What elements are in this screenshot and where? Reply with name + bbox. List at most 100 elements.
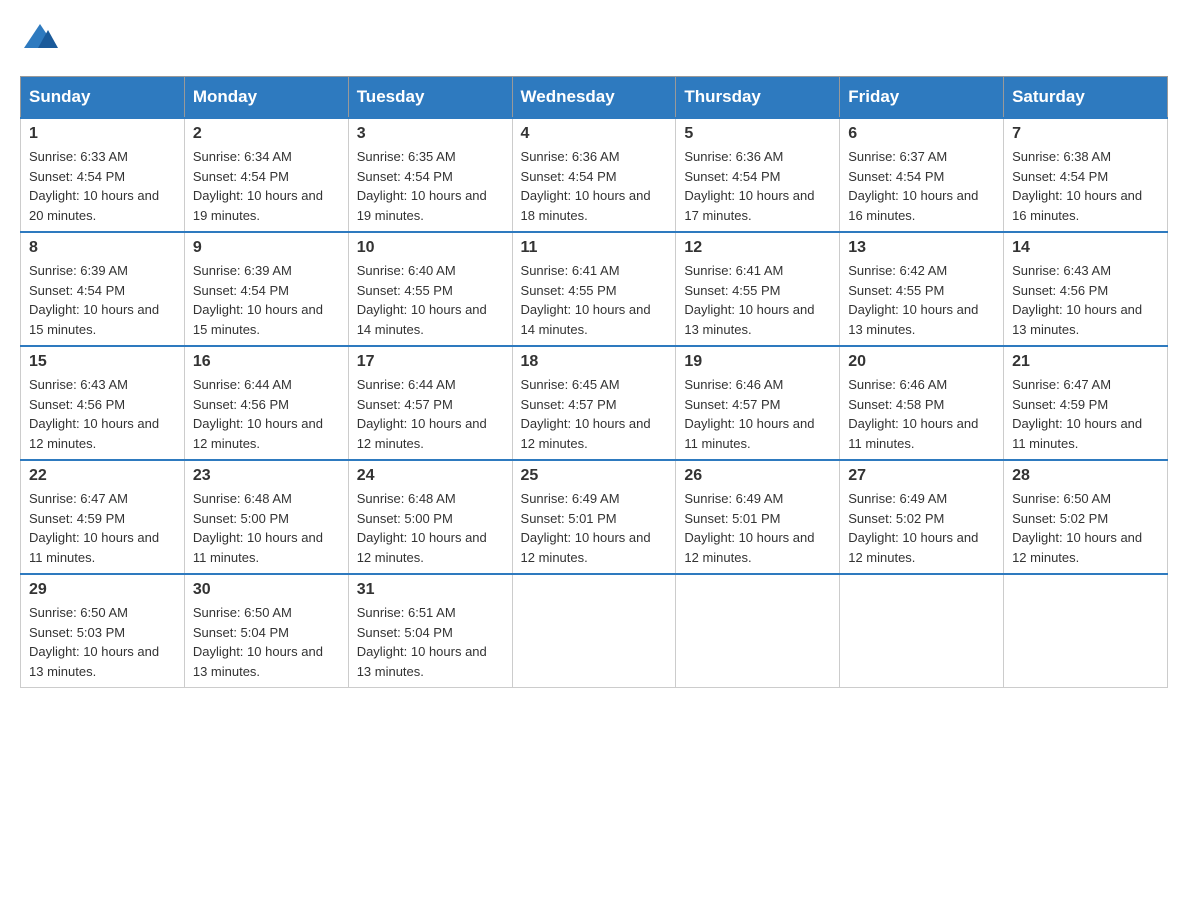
calendar-cell: 22 Sunrise: 6:47 AM Sunset: 4:59 PM Dayl… (21, 460, 185, 574)
day-number: 14 (1012, 239, 1159, 257)
day-info: Sunrise: 6:44 AM Sunset: 4:57 PM Dayligh… (357, 375, 504, 453)
calendar-cell: 9 Sunrise: 6:39 AM Sunset: 4:54 PM Dayli… (184, 232, 348, 346)
header-sunday: Sunday (21, 77, 185, 119)
page-header (20, 20, 1168, 56)
calendar-cell: 12 Sunrise: 6:41 AM Sunset: 4:55 PM Dayl… (676, 232, 840, 346)
day-info: Sunrise: 6:46 AM Sunset: 4:58 PM Dayligh… (848, 375, 995, 453)
day-number: 21 (1012, 353, 1159, 371)
calendar-cell: 10 Sunrise: 6:40 AM Sunset: 4:55 PM Dayl… (348, 232, 512, 346)
day-info: Sunrise: 6:49 AM Sunset: 5:01 PM Dayligh… (684, 489, 831, 567)
day-info: Sunrise: 6:47 AM Sunset: 4:59 PM Dayligh… (1012, 375, 1159, 453)
day-number: 9 (193, 239, 340, 257)
calendar-cell (676, 574, 840, 688)
day-number: 31 (357, 581, 504, 599)
calendar-cell: 2 Sunrise: 6:34 AM Sunset: 4:54 PM Dayli… (184, 118, 348, 232)
calendar-cell (840, 574, 1004, 688)
calendar-cell: 30 Sunrise: 6:50 AM Sunset: 5:04 PM Dayl… (184, 574, 348, 688)
calendar-cell: 6 Sunrise: 6:37 AM Sunset: 4:54 PM Dayli… (840, 118, 1004, 232)
day-number: 12 (684, 239, 831, 257)
calendar-cell: 1 Sunrise: 6:33 AM Sunset: 4:54 PM Dayli… (21, 118, 185, 232)
day-info: Sunrise: 6:38 AM Sunset: 4:54 PM Dayligh… (1012, 147, 1159, 225)
header-monday: Monday (184, 77, 348, 119)
calendar-cell: 8 Sunrise: 6:39 AM Sunset: 4:54 PM Dayli… (21, 232, 185, 346)
day-number: 6 (848, 125, 995, 143)
day-info: Sunrise: 6:42 AM Sunset: 4:55 PM Dayligh… (848, 261, 995, 339)
day-info: Sunrise: 6:47 AM Sunset: 4:59 PM Dayligh… (29, 489, 176, 567)
day-info: Sunrise: 6:49 AM Sunset: 5:01 PM Dayligh… (521, 489, 668, 567)
calendar-week-row: 1 Sunrise: 6:33 AM Sunset: 4:54 PM Dayli… (21, 118, 1168, 232)
day-number: 19 (684, 353, 831, 371)
header-tuesday: Tuesday (348, 77, 512, 119)
calendar-table: Sunday Monday Tuesday Wednesday Thursday… (20, 76, 1168, 688)
calendar-cell: 11 Sunrise: 6:41 AM Sunset: 4:55 PM Dayl… (512, 232, 676, 346)
day-number: 26 (684, 467, 831, 485)
calendar-cell: 24 Sunrise: 6:48 AM Sunset: 5:00 PM Dayl… (348, 460, 512, 574)
day-number: 27 (848, 467, 995, 485)
day-info: Sunrise: 6:41 AM Sunset: 4:55 PM Dayligh… (521, 261, 668, 339)
calendar-cell: 18 Sunrise: 6:45 AM Sunset: 4:57 PM Dayl… (512, 346, 676, 460)
day-number: 5 (684, 125, 831, 143)
day-info: Sunrise: 6:34 AM Sunset: 4:54 PM Dayligh… (193, 147, 340, 225)
calendar-cell: 5 Sunrise: 6:36 AM Sunset: 4:54 PM Dayli… (676, 118, 840, 232)
day-number: 3 (357, 125, 504, 143)
calendar-cell: 23 Sunrise: 6:48 AM Sunset: 5:00 PM Dayl… (184, 460, 348, 574)
calendar-header-row: Sunday Monday Tuesday Wednesday Thursday… (21, 77, 1168, 119)
day-info: Sunrise: 6:50 AM Sunset: 5:02 PM Dayligh… (1012, 489, 1159, 567)
calendar-cell: 14 Sunrise: 6:43 AM Sunset: 4:56 PM Dayl… (1004, 232, 1168, 346)
day-info: Sunrise: 6:43 AM Sunset: 4:56 PM Dayligh… (29, 375, 176, 453)
day-number: 25 (521, 467, 668, 485)
day-number: 8 (29, 239, 176, 257)
header-wednesday: Wednesday (512, 77, 676, 119)
day-number: 20 (848, 353, 995, 371)
day-info: Sunrise: 6:46 AM Sunset: 4:57 PM Dayligh… (684, 375, 831, 453)
day-number: 23 (193, 467, 340, 485)
day-info: Sunrise: 6:40 AM Sunset: 4:55 PM Dayligh… (357, 261, 504, 339)
day-number: 15 (29, 353, 176, 371)
calendar-cell: 26 Sunrise: 6:49 AM Sunset: 5:01 PM Dayl… (676, 460, 840, 574)
calendar-week-row: 15 Sunrise: 6:43 AM Sunset: 4:56 PM Dayl… (21, 346, 1168, 460)
logo (20, 20, 60, 56)
header-saturday: Saturday (1004, 77, 1168, 119)
day-info: Sunrise: 6:39 AM Sunset: 4:54 PM Dayligh… (29, 261, 176, 339)
day-number: 7 (1012, 125, 1159, 143)
calendar-cell: 13 Sunrise: 6:42 AM Sunset: 4:55 PM Dayl… (840, 232, 1004, 346)
calendar-cell: 19 Sunrise: 6:46 AM Sunset: 4:57 PM Dayl… (676, 346, 840, 460)
calendar-cell: 28 Sunrise: 6:50 AM Sunset: 5:02 PM Dayl… (1004, 460, 1168, 574)
day-info: Sunrise: 6:36 AM Sunset: 4:54 PM Dayligh… (684, 147, 831, 225)
day-info: Sunrise: 6:48 AM Sunset: 5:00 PM Dayligh… (193, 489, 340, 567)
day-info: Sunrise: 6:37 AM Sunset: 4:54 PM Dayligh… (848, 147, 995, 225)
calendar-cell: 25 Sunrise: 6:49 AM Sunset: 5:01 PM Dayl… (512, 460, 676, 574)
day-number: 18 (521, 353, 668, 371)
day-info: Sunrise: 6:44 AM Sunset: 4:56 PM Dayligh… (193, 375, 340, 453)
calendar-cell (1004, 574, 1168, 688)
day-info: Sunrise: 6:39 AM Sunset: 4:54 PM Dayligh… (193, 261, 340, 339)
day-number: 11 (521, 239, 668, 257)
calendar-week-row: 22 Sunrise: 6:47 AM Sunset: 4:59 PM Dayl… (21, 460, 1168, 574)
header-thursday: Thursday (676, 77, 840, 119)
day-number: 29 (29, 581, 176, 599)
day-number: 30 (193, 581, 340, 599)
day-number: 10 (357, 239, 504, 257)
calendar-cell: 29 Sunrise: 6:50 AM Sunset: 5:03 PM Dayl… (21, 574, 185, 688)
day-info: Sunrise: 6:50 AM Sunset: 5:04 PM Dayligh… (193, 603, 340, 681)
day-number: 22 (29, 467, 176, 485)
header-friday: Friday (840, 77, 1004, 119)
day-info: Sunrise: 6:36 AM Sunset: 4:54 PM Dayligh… (521, 147, 668, 225)
calendar-cell: 31 Sunrise: 6:51 AM Sunset: 5:04 PM Dayl… (348, 574, 512, 688)
calendar-cell: 4 Sunrise: 6:36 AM Sunset: 4:54 PM Dayli… (512, 118, 676, 232)
day-number: 2 (193, 125, 340, 143)
day-number: 16 (193, 353, 340, 371)
day-info: Sunrise: 6:49 AM Sunset: 5:02 PM Dayligh… (848, 489, 995, 567)
calendar-cell (512, 574, 676, 688)
day-number: 4 (521, 125, 668, 143)
day-info: Sunrise: 6:51 AM Sunset: 5:04 PM Dayligh… (357, 603, 504, 681)
calendar-week-row: 29 Sunrise: 6:50 AM Sunset: 5:03 PM Dayl… (21, 574, 1168, 688)
calendar-cell: 16 Sunrise: 6:44 AM Sunset: 4:56 PM Dayl… (184, 346, 348, 460)
calendar-week-row: 8 Sunrise: 6:39 AM Sunset: 4:54 PM Dayli… (21, 232, 1168, 346)
day-info: Sunrise: 6:45 AM Sunset: 4:57 PM Dayligh… (521, 375, 668, 453)
calendar-cell: 20 Sunrise: 6:46 AM Sunset: 4:58 PM Dayl… (840, 346, 1004, 460)
day-info: Sunrise: 6:35 AM Sunset: 4:54 PM Dayligh… (357, 147, 504, 225)
day-number: 28 (1012, 467, 1159, 485)
calendar-cell: 7 Sunrise: 6:38 AM Sunset: 4:54 PM Dayli… (1004, 118, 1168, 232)
day-info: Sunrise: 6:50 AM Sunset: 5:03 PM Dayligh… (29, 603, 176, 681)
